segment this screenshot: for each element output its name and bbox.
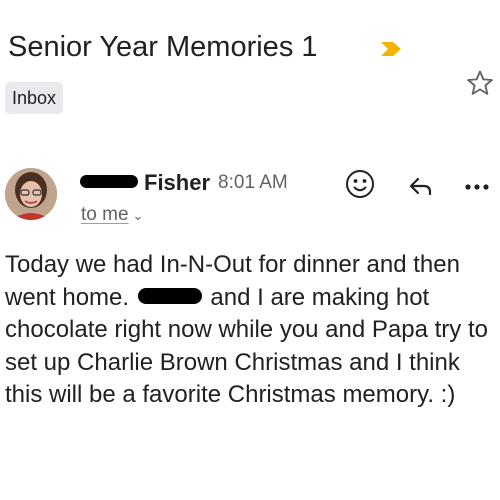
recipient-details-toggle[interactable]: to me ⌄ <box>81 204 143 226</box>
more-options-icon[interactable] <box>460 170 494 204</box>
chevron-down-icon: ⌄ <box>132 208 144 223</box>
recipient-label: to me <box>81 204 129 225</box>
reply-icon[interactable] <box>404 169 438 203</box>
star-icon[interactable] <box>465 68 495 98</box>
email-subject: Senior Year Memories 1 <box>8 31 318 63</box>
emoji-icon[interactable] <box>343 167 377 201</box>
inbox-label-chip[interactable]: Inbox <box>5 82 64 114</box>
sender-name[interactable]: Fisher <box>144 170 210 195</box>
avatar-photo <box>5 168 57 220</box>
importance-marker-icon[interactable] <box>379 40 403 58</box>
redacted-first-name <box>80 174 138 188</box>
redacted-name <box>137 288 202 305</box>
email-time: 8:01 AM <box>218 172 288 193</box>
email-body: Today we had In-N-Out for dinner and the… <box>5 249 497 412</box>
sender-avatar[interactable] <box>5 168 57 220</box>
sender-row: Fisher 8:01 AM <box>80 170 288 198</box>
